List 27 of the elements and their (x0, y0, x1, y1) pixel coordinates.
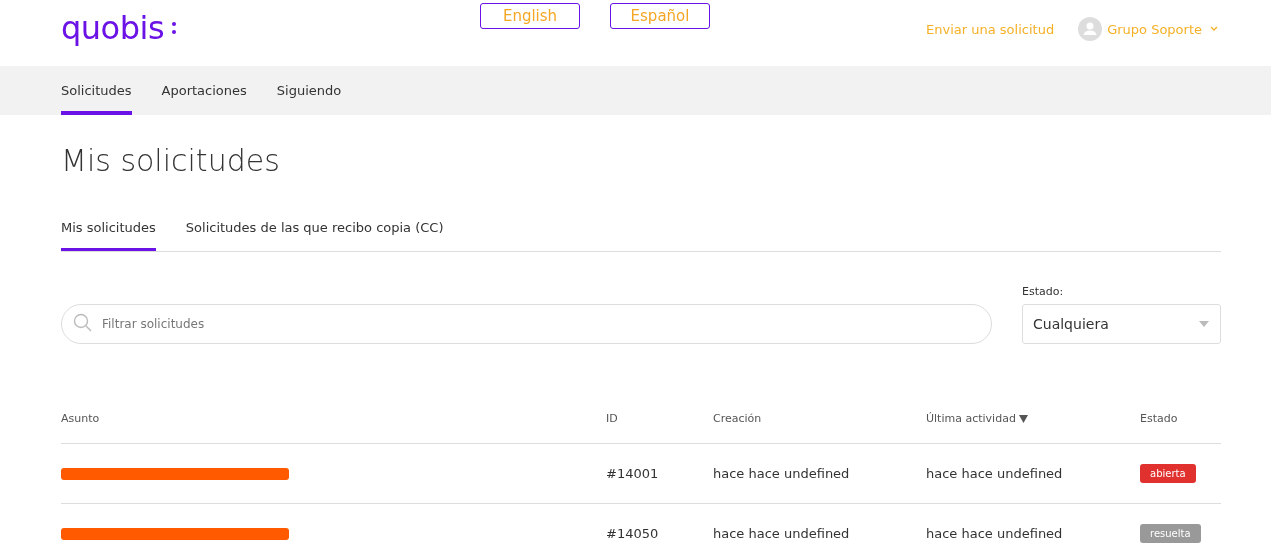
search-icon (73, 313, 93, 333)
status-filter-label: Estado: (1022, 285, 1065, 298)
column-header: Creación (713, 412, 762, 425)
nav-tab[interactable]: Solicitudes (61, 66, 132, 115)
created-cell: hace hace undefined (713, 466, 850, 481)
nav-tab[interactable]: Aportaciones (161, 66, 247, 115)
last-activity-cell: hace hace undefined (926, 526, 1063, 541)
filter-tab[interactable]: Solicitudes de las que recibo copia (CC) (185, 216, 444, 251)
status-dropdown[interactable]: Cualquiera (1022, 304, 1221, 344)
filter-tab[interactable]: Mis solicitudes (61, 216, 156, 251)
logo: quobis (61, 9, 165, 47)
last-activity-cell: hace hace undefined (926, 466, 1063, 481)
logo-dots-icon (172, 22, 177, 34)
status-badge: abierta (1140, 464, 1196, 483)
avatar-icon (1078, 17, 1103, 41)
column-header: Estado (1140, 412, 1178, 425)
page-title: Mis solicitudes (61, 143, 281, 178)
ticket-id: #14001 (606, 466, 659, 481)
column-header: Asunto (61, 412, 100, 425)
ticket-id: #14050 (606, 526, 659, 541)
created-cell: hace hace undefined (713, 526, 850, 541)
nav-tab[interactable]: Siguiendo (276, 66, 342, 115)
column-header: ID (606, 412, 618, 425)
status-badge: resuelta (1140, 524, 1201, 543)
caret-icon (1198, 320, 1210, 328)
search-field[interactable]: Filtrar solicitudes (61, 304, 992, 344)
column-header[interactable]: Última actividad (926, 412, 1016, 425)
